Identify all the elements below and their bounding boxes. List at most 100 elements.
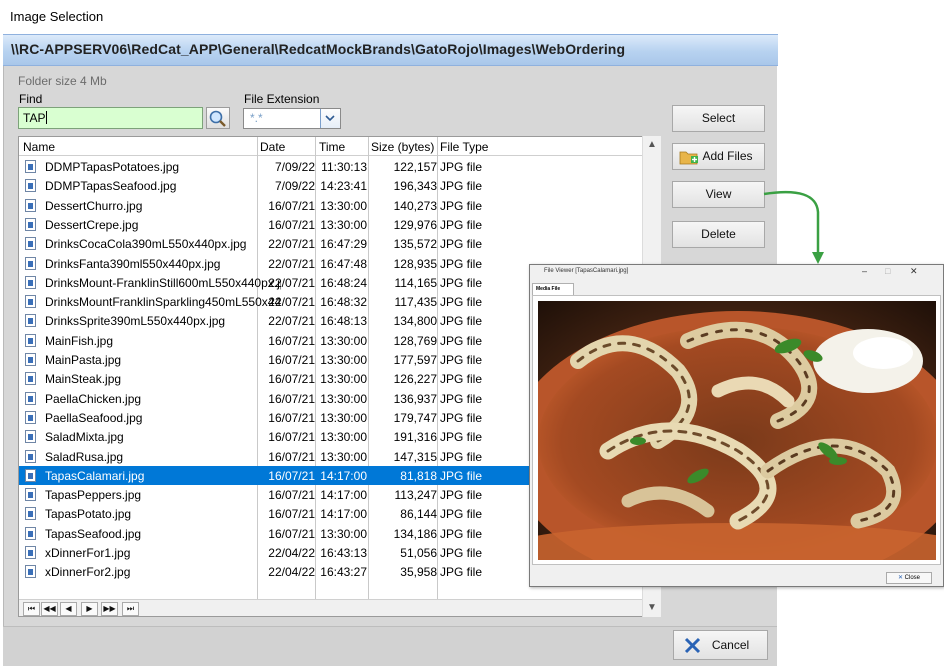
file-extension-value: *.*	[250, 111, 263, 125]
prev-page-button[interactable]: ◀	[60, 602, 77, 616]
table-row[interactable]: DessertCrepe.jpg 16/07/21 13:30:00 129,976 J…	[19, 215, 643, 234]
cell-date: 22/07/21	[268, 314, 315, 329]
cell-size: 129,976	[393, 217, 437, 232]
file-image-icon	[25, 217, 36, 231]
cell-size: 86,144	[400, 507, 437, 522]
cell-name: DessertChurro.jpg	[45, 198, 143, 213]
cell-time: 16:47:48	[320, 256, 367, 271]
cell-type: JPG file	[440, 372, 483, 387]
next-page-button[interactable]: ▶	[81, 602, 98, 616]
cell-size: 117,435	[394, 295, 438, 310]
view-button[interactable]: View	[672, 181, 765, 208]
cell-name: DrinksSprite390mL550x440px.jpg	[45, 314, 226, 329]
cell-type: JPG file	[440, 353, 483, 367]
cell-size: 135,572	[393, 237, 437, 252]
last-page-button[interactable]: ⏭	[122, 602, 139, 616]
scroll-down-icon[interactable]: ▼	[646, 602, 658, 613]
tab-media-file[interactable]: Media File	[532, 283, 574, 295]
column-header-date[interactable]: Date	[260, 140, 285, 154]
cell-type: JPG file	[440, 179, 483, 194]
cell-size: 128,935	[393, 256, 437, 271]
prev-set-button[interactable]: ◀◀	[41, 602, 58, 616]
maximize-icon[interactable]: □	[885, 266, 890, 276]
cell-time: 13:30:00	[320, 353, 367, 367]
delete-button[interactable]: Delete	[672, 221, 765, 248]
table-row[interactable]: DDMPTapasSeafood.jpg 7/09/22 14:23:41 196,3…	[19, 176, 643, 195]
cell-name: MainFish.jpg	[45, 333, 114, 348]
cell-size: 114,165	[394, 275, 438, 290]
pager-bar: ⏮ ◀◀ ◀ ▶ ▶▶ ⏭	[19, 599, 643, 616]
cell-time: 16:43:27	[320, 565, 367, 580]
cell-time: 13:30:00	[320, 526, 367, 541]
cell-date: 16/07/21	[268, 410, 315, 425]
cell-date: 16/07/21	[268, 507, 315, 522]
file-image-icon	[25, 507, 36, 521]
cell-date: 16/07/21	[268, 430, 315, 445]
cell-name: MainSteak.jpg	[45, 372, 122, 387]
table-row[interactable]: DessertChurro.jpg 16/07/21 13:30:00 140,273…	[19, 196, 643, 215]
cell-size: 122,157	[393, 160, 437, 174]
cell-name: PaellaSeafood.jpg	[45, 410, 143, 425]
file-image-icon	[25, 488, 36, 502]
cell-type: JPG file	[440, 160, 483, 174]
file-extension-label: File Extension	[244, 92, 320, 106]
cell-name: TapasPeppers.jpg	[45, 488, 142, 503]
cell-size: 140,273	[393, 198, 437, 213]
column-header-time[interactable]: Time	[319, 140, 345, 154]
file-image-icon	[25, 198, 36, 212]
cell-name: SaladMixta.jpg	[45, 430, 124, 445]
cell-name: PaellaChicken.jpg	[45, 391, 142, 406]
cell-time: 14:17:00	[320, 468, 367, 483]
cell-type: JPG file	[440, 198, 483, 213]
image-frame	[532, 295, 941, 565]
window-titlebar: Image Selection	[0, 0, 778, 34]
chevron-down-icon[interactable]	[320, 109, 340, 128]
cell-type: JPG file	[440, 333, 483, 348]
cell-name: DessertCrepe.jpg	[45, 217, 139, 232]
cell-date: 22/07/21	[268, 275, 315, 290]
column-header-size[interactable]: Size (bytes)	[371, 140, 434, 154]
cell-size: 134,800	[393, 314, 437, 329]
first-page-button[interactable]: ⏮	[23, 602, 40, 616]
cell-time: 16:47:29	[320, 237, 367, 252]
find-input[interactable]: TAP	[18, 107, 203, 129]
scroll-up-icon[interactable]: ▲	[646, 139, 658, 150]
table-row[interactable]: DDMPTapasPotatoes.jpg 7/09/22 11:30:13 122,…	[19, 157, 643, 176]
cell-type: JPG file	[440, 391, 483, 406]
viewer-close-button[interactable]: ✕ Close	[886, 572, 932, 584]
file-image-icon	[25, 546, 36, 559]
annotation-arrow	[763, 190, 824, 264]
cell-type: JPG file	[440, 430, 483, 445]
cell-time: 13:30:00	[320, 372, 367, 387]
viewer-title: File Viewer [TapasCalamari.jpg]	[544, 268, 629, 274]
cell-type: JPG file	[440, 565, 483, 580]
select-button[interactable]: Select	[672, 105, 765, 132]
find-input-value: TAP	[23, 111, 46, 125]
grid-header: Name Date Time Size (bytes) File Type	[19, 137, 643, 156]
cell-time: 13:30:00	[320, 333, 367, 348]
cell-date: 16/07/21	[268, 353, 315, 367]
cell-time: 13:30:00	[320, 198, 367, 213]
cell-size: 196,343	[393, 179, 437, 194]
file-image-icon	[25, 179, 36, 193]
text-caret	[46, 111, 48, 124]
cell-time: 14:17:00	[320, 507, 367, 522]
file-image-icon	[25, 237, 36, 251]
cell-date: 16/07/21	[268, 372, 315, 387]
cell-date: 22/07/21	[268, 256, 315, 271]
column-header-type[interactable]: File Type	[440, 140, 488, 154]
table-row[interactable]: DrinksCocaCola390mL550x440px.jpg 22/07/21…	[19, 234, 643, 253]
cancel-button[interactable]: Cancel	[673, 630, 768, 660]
file-image-icon	[25, 565, 36, 579]
cell-date: 16/07/21	[268, 488, 315, 503]
column-header-name[interactable]: Name	[23, 140, 55, 154]
search-button[interactable]	[206, 107, 230, 129]
add-files-button[interactable]: Add Files	[672, 143, 765, 170]
cell-type: JPG file	[440, 410, 483, 425]
next-set-button[interactable]: ▶▶	[101, 602, 118, 616]
file-extension-select[interactable]: *.*	[243, 108, 341, 129]
cell-size: 179,747	[393, 410, 437, 425]
close-icon[interactable]: ✕	[910, 266, 918, 277]
minimize-icon[interactable]: –	[862, 266, 867, 276]
cell-date: 16/07/21	[268, 333, 315, 348]
